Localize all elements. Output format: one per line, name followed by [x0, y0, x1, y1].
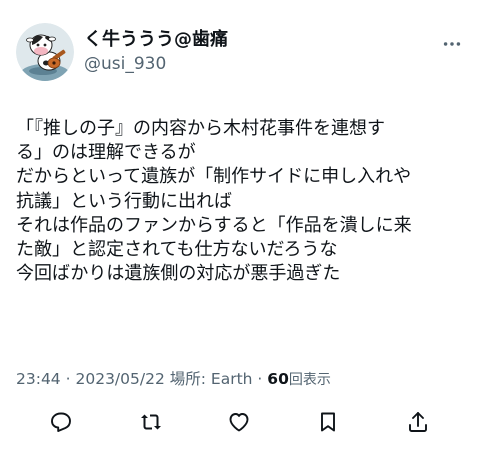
retweet-button[interactable]: [137, 408, 165, 436]
tweet-header: く牛ううう@歯痛 @usi_930: [16, 20, 228, 84]
tweet-date[interactable]: 2023/05/22: [75, 370, 164, 388]
bookmark-button[interactable]: [314, 408, 342, 436]
action-bar: [0, 400, 480, 440]
tweet-line: だからといって遺族が「制作サイドに申し入れや: [16, 166, 412, 188]
user-info: く牛ううう@歯痛 @usi_930: [84, 28, 228, 76]
retweet-icon: [141, 414, 161, 430]
like-icon: [229, 413, 249, 432]
share-icon: [409, 412, 427, 432]
tweet-line: 今回ばかりは遺族側の対応が悪手過ぎた: [16, 263, 341, 285]
meta-separator: ·: [257, 370, 263, 388]
tweet-line: た敵」と認定されても仕方ないだろうな: [16, 239, 338, 261]
avatar[interactable]: [16, 23, 74, 81]
cow-mascot-avatar-image: [16, 23, 74, 81]
tweet-line: それは作品のファンからすると「作品を潰しに来: [16, 214, 412, 236]
meta-separator: ·: [65, 370, 71, 388]
tweet-time[interactable]: 23:44: [16, 370, 61, 388]
share-button[interactable]: [404, 408, 432, 436]
user-handle[interactable]: @usi_930: [84, 52, 228, 76]
display-name[interactable]: く牛ううう@歯痛: [84, 28, 228, 52]
tweet-location: 場所: Earth: [169, 370, 253, 388]
tweet-line: 「『推しの子』の内容から木村花事件を連想す: [16, 118, 385, 139]
bookmark-icon: [321, 412, 335, 432]
reply-button[interactable]: [47, 408, 75, 436]
tweet-line: 抗議」という行動に出れば: [16, 190, 232, 212]
more-horizontal-icon: [443, 42, 461, 46]
reply-icon: [51, 412, 71, 432]
tweet-meta: 23:44 · 2023/05/22 場所: Earth · 60回表示: [16, 369, 331, 390]
tweet-line: る」のは理解できるが: [16, 142, 196, 164]
views-label[interactable]: 回表示: [289, 372, 331, 388]
more-options-button[interactable]: [438, 30, 466, 58]
like-button[interactable]: [225, 408, 253, 436]
tweet-text: 「『推しの子』の内容から木村花事件を連想す る」のは理解できるが だからといって…: [16, 117, 472, 286]
views-count[interactable]: 60: [267, 370, 289, 388]
